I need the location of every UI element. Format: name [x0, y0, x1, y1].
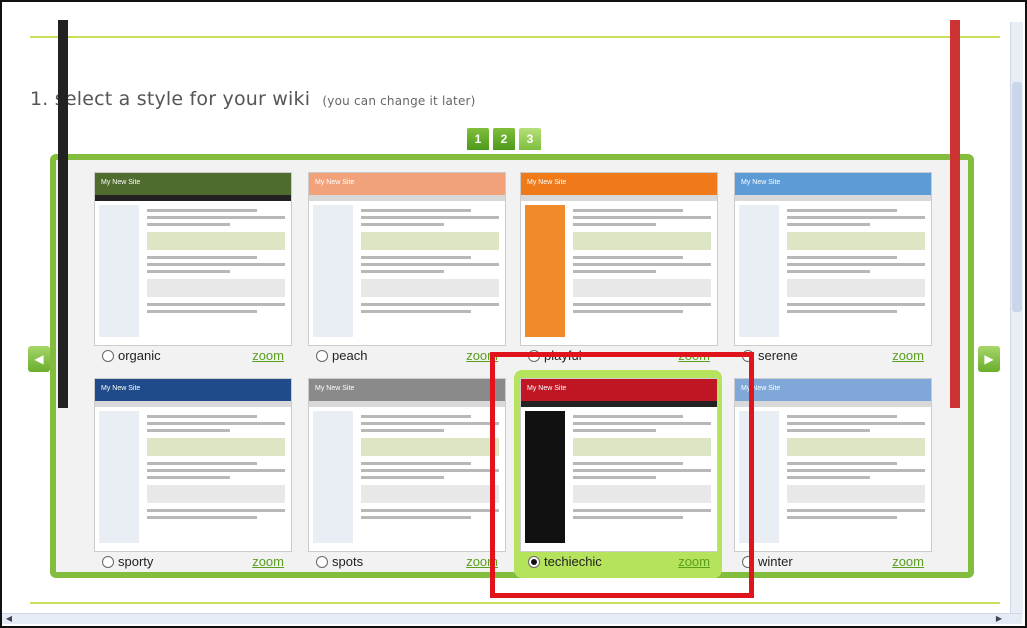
partial-thumb-left: [58, 20, 68, 408]
style-name: organic: [118, 348, 161, 363]
preview-header: My New Site: [735, 173, 931, 195]
style-radio-sporty[interactable]: [102, 556, 114, 568]
preview-site-title: My New Site: [527, 179, 567, 186]
preview-header: My New Site: [521, 173, 717, 195]
preview-site-title: My New Site: [101, 385, 141, 392]
style-caption: spots zoom: [308, 554, 504, 572]
top-rule: [30, 36, 1000, 38]
preview-site-title: My New Site: [315, 179, 355, 186]
preview-sidebar: [739, 205, 779, 337]
style-caption: serene zoom: [734, 348, 930, 366]
page-2-button[interactable]: 2: [493, 128, 515, 150]
preview-sidebar: [313, 411, 353, 543]
style-name: winter: [758, 554, 793, 569]
preview-nav: [735, 195, 931, 201]
style-name: sporty: [118, 554, 154, 569]
partial-thumb-right: [950, 20, 960, 408]
page-frame: 1. select a style for your wiki (you can…: [0, 0, 1027, 628]
style-radio-peach[interactable]: [316, 350, 328, 362]
preview-header: My New Site: [735, 379, 931, 401]
preview-sidebar: [313, 205, 353, 337]
style-preview-winter[interactable]: My New Site: [734, 378, 932, 552]
style-preview-playful[interactable]: My New Site: [520, 172, 718, 346]
style-caption: peach zoom: [308, 348, 504, 366]
style-radio-spots[interactable]: [316, 556, 328, 568]
preview-content: [361, 205, 499, 337]
bottom-rule: [30, 602, 1000, 604]
heading-subtitle: (you can change it later): [322, 94, 476, 108]
heading-title: 1. select a style for your wiki: [30, 88, 311, 110]
style-name: spots: [332, 554, 364, 569]
preview-content: [147, 411, 285, 543]
scroll-left-icon[interactable]: ◀: [4, 614, 14, 624]
selected-style-highlight: [490, 352, 754, 598]
preview-nav: [95, 401, 291, 407]
preview-sidebar: [99, 205, 139, 337]
preview-content: [361, 411, 499, 543]
zoom-link-serene[interactable]: zoom: [892, 348, 924, 363]
style-preview-serene[interactable]: My New Site: [734, 172, 932, 346]
preview-content: [787, 205, 925, 337]
preview-nav: [309, 401, 505, 407]
preview-header: My New Site: [95, 173, 291, 195]
page-1-button[interactable]: 1: [467, 128, 489, 150]
preview-nav: [521, 195, 717, 201]
preview-nav: [309, 195, 505, 201]
preview-content: [147, 205, 285, 337]
vertical-scrollbar[interactable]: [1010, 22, 1023, 618]
preview-site-title: My New Site: [101, 179, 141, 186]
style-preview-peach[interactable]: My New Site: [308, 172, 506, 346]
style-caption: winter zoom: [734, 554, 930, 572]
zoom-link-winter[interactable]: zoom: [892, 554, 924, 569]
style-caption: sporty zoom: [94, 554, 290, 572]
preview-nav: [95, 195, 291, 201]
zoom-link-organic[interactable]: zoom: [252, 348, 284, 363]
horizontal-scrollbar[interactable]: ◀ ▶: [2, 613, 1022, 624]
preview-site-title: My New Site: [741, 179, 781, 186]
style-preview-organic[interactable]: My New Site: [94, 172, 292, 346]
style-caption: organic zoom: [94, 348, 290, 366]
preview-nav: [735, 401, 931, 407]
preview-content: [787, 411, 925, 543]
vertical-scroll-thumb[interactable]: [1012, 82, 1022, 312]
section-heading: 1. select a style for your wiki (you can…: [30, 88, 476, 110]
style-name: serene: [758, 348, 798, 363]
style-preview-sporty[interactable]: My New Site: [94, 378, 292, 552]
style-radio-organic[interactable]: [102, 350, 114, 362]
preview-content: [573, 205, 711, 337]
next-page-arrow-icon[interactable]: ▶: [978, 346, 1000, 372]
preview-sidebar: [525, 205, 565, 337]
zoom-link-sporty[interactable]: zoom: [252, 554, 284, 569]
preview-sidebar: [99, 411, 139, 543]
preview-header: My New Site: [309, 379, 505, 401]
gallery-pager: 1 2 3: [467, 128, 541, 150]
preview-header: My New Site: [95, 379, 291, 401]
style-name: peach: [332, 348, 368, 363]
style-preview-spots[interactable]: My New Site: [308, 378, 506, 552]
scroll-right-icon[interactable]: ▶: [994, 614, 1004, 624]
prev-page-arrow-icon[interactable]: ◀: [28, 346, 50, 372]
preview-header: My New Site: [309, 173, 505, 195]
preview-site-title: My New Site: [315, 385, 355, 392]
page-3-button[interactable]: 3: [519, 128, 541, 150]
